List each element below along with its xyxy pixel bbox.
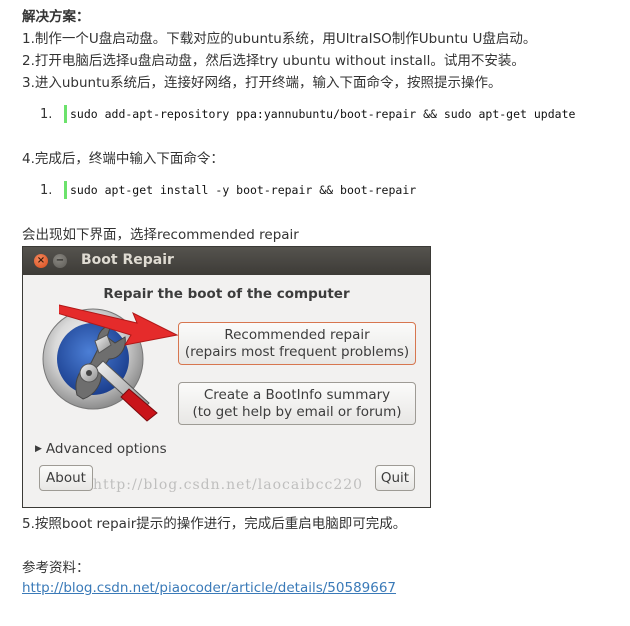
minimize-icon[interactable]: − bbox=[53, 254, 67, 268]
about-button[interactable]: About bbox=[39, 465, 93, 491]
reference-link[interactable]: http://blog.csdn.net/piaocoder/article/d… bbox=[22, 580, 396, 596]
code-line-number: 1. bbox=[40, 182, 53, 198]
step-3: 3.进入ubuntu系统后，连接好网络，打开终端，输入下面命令，按照提示操作。 bbox=[22, 75, 502, 91]
doc-heading: 解决方案： bbox=[22, 9, 90, 25]
step-5: 5.按照boot repair提示的操作进行，完成后重启电脑即可完成。 bbox=[22, 516, 407, 532]
step-1: 1.制作一个U盘启动盘。下载对应的ubuntu系统，用UltraISO制作Ubu… bbox=[22, 31, 537, 47]
code-gutter-bar bbox=[64, 105, 67, 123]
quit-button[interactable]: Quit bbox=[375, 465, 415, 491]
code-block-2: 1. sudo apt-get install -y boot-repair &… bbox=[40, 180, 416, 200]
title-bar: × − Boot Repair bbox=[23, 247, 430, 275]
step-2: 2.打开电脑后选择u盘启动盘，然后选择try ubuntu without in… bbox=[22, 53, 525, 69]
advanced-options-label: Advanced options bbox=[45, 441, 167, 457]
image-caption: 会出现如下界面，选择recommended repair bbox=[22, 227, 299, 243]
watermark: http://blog.csdn.net/laocaibcc220 bbox=[93, 477, 364, 493]
red-arrow-icon bbox=[59, 304, 179, 346]
code-block-1: 1. sudo add-apt-repository ppa:yannubunt… bbox=[40, 104, 575, 124]
recommended-repair-label: Recommended repair bbox=[224, 326, 370, 343]
code-line-number: 1. bbox=[40, 106, 53, 122]
recommended-repair-button[interactable]: Recommended repair (repairs most frequen… bbox=[178, 322, 416, 365]
window-title: Boot Repair bbox=[81, 252, 174, 268]
code-line: sudo add-apt-repository ppa:yannubuntu/b… bbox=[70, 107, 576, 121]
code-gutter-bar bbox=[64, 181, 67, 199]
reference-label: 参考资料： bbox=[22, 560, 90, 576]
bootinfo-summary-label: Create a BootInfo summary bbox=[203, 386, 391, 403]
bootinfo-summary-button[interactable]: Create a BootInfo summary (to get help b… bbox=[178, 382, 416, 425]
bootinfo-summary-sublabel: (to get help by email or forum) bbox=[192, 403, 402, 420]
advanced-options-expander[interactable]: ▶ Advanced options bbox=[35, 441, 167, 457]
code-line: sudo apt-get install -y boot-repair && b… bbox=[70, 183, 417, 197]
close-icon[interactable]: × bbox=[34, 254, 48, 268]
recommended-repair-sublabel: (repairs most frequent problems) bbox=[184, 343, 410, 360]
expander-arrow-icon: ▶ bbox=[35, 444, 42, 454]
step-4: 4.完成后，终端中输入下面命令： bbox=[22, 151, 224, 167]
boot-repair-window: × − Boot Repair Repair the boot of the c… bbox=[22, 246, 431, 508]
